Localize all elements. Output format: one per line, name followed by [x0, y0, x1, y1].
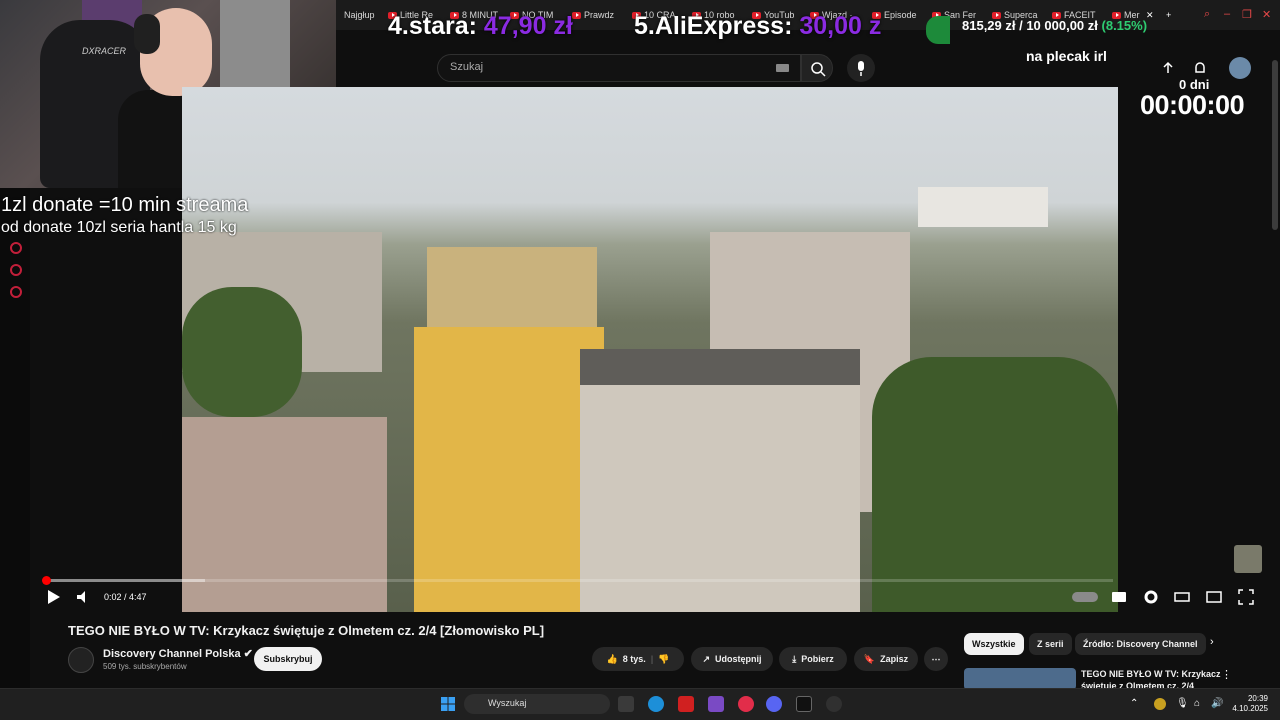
- chip-source[interactable]: Źródło: Discovery Channel: [1075, 633, 1206, 655]
- download-button[interactable]: ⤓ Pobierz: [779, 647, 847, 671]
- close-tab-icon[interactable]: ✕: [1146, 8, 1156, 22]
- windows-start-icon[interactable]: [440, 696, 456, 712]
- donation-goal: 815,29 zł / 10 000,00 zł (8.15%): [962, 18, 1148, 33]
- channel-watermark-icon[interactable]: [1234, 545, 1262, 573]
- scrollbar[interactable]: [1272, 60, 1278, 230]
- screen: DXRACER Najgłup Little Re 8 MINUT NO TIM…: [0, 0, 1280, 720]
- wall-picture: [220, 0, 290, 96]
- browser-tab[interactable]: Prawdz: [572, 8, 622, 22]
- clock[interactable]: 20:39 4.10.2025: [1232, 694, 1268, 714]
- building: [918, 187, 1048, 227]
- tray-icon[interactable]: [1154, 698, 1166, 710]
- app-icon[interactable]: [796, 696, 812, 712]
- upload-icon[interactable]: [1160, 60, 1176, 76]
- subscribe-button[interactable]: Subskrybuj: [254, 647, 322, 671]
- task-view-icon[interactable]: [618, 696, 634, 712]
- recommended-title[interactable]: TEGO NIE BYŁO W TV: Krzykacz świętuje z …: [1081, 668, 1221, 690]
- theater-mode-icon[interactable]: [1173, 588, 1191, 606]
- video-time: 0:02 / 4:47: [104, 592, 147, 602]
- channel-subscribers: 509 tys. subskrybentów: [103, 662, 187, 671]
- trees: [872, 357, 1118, 612]
- download-icon: ⤓: [792, 653, 797, 664]
- search-icon: [811, 62, 826, 77]
- play-icon[interactable]: [44, 588, 62, 606]
- share-button[interactable]: ↗ Udostępnij: [691, 647, 773, 671]
- video-title: TEGO NIE BYŁO W TV: Krzykacz świętuje z …: [68, 623, 545, 638]
- video-player[interactable]: [182, 87, 1118, 612]
- keyboard-icon[interactable]: [776, 64, 789, 72]
- donate-rule-2: od donate 10zl seria hantla 15 kg: [1, 219, 237, 236]
- search-button[interactable]: [801, 54, 833, 82]
- edge-icon[interactable]: [648, 696, 664, 712]
- dislike-icon[interactable]: 👎: [658, 654, 669, 665]
- volume-tray-icon[interactable]: 🔊: [1211, 698, 1223, 709]
- save-button[interactable]: 🔖 Zapisz: [854, 647, 918, 671]
- cast-icon[interactable]: [1205, 588, 1223, 606]
- stream-timer: 00:00:00: [1140, 90, 1245, 120]
- building-roof: [580, 349, 860, 385]
- channel-name[interactable]: Discovery Channel Polska ✔: [103, 647, 253, 660]
- progress-bar[interactable]: [45, 579, 1113, 582]
- mic-tray-icon[interactable]: 🎙: [1176, 698, 1189, 709]
- bell-icon[interactable]: [1192, 60, 1208, 76]
- autoplay-toggle[interactable]: [1072, 592, 1098, 602]
- maximize-icon[interactable]: ❐: [1242, 8, 1252, 21]
- building-main: [580, 377, 860, 612]
- goal-label: na plecak irl: [1026, 48, 1107, 64]
- verified-icon: ✔: [243, 648, 253, 660]
- sidebar-icon[interactable]: [10, 286, 22, 298]
- building-yellow: [414, 327, 604, 612]
- subtitles-icon[interactable]: [1110, 588, 1128, 606]
- chip-all[interactable]: Wszystkie: [964, 633, 1024, 655]
- like-dislike-button[interactable]: 👍 8 tys. | 👎: [592, 647, 684, 671]
- mic-icon: [858, 61, 864, 76]
- discord-icon[interactable]: [766, 696, 782, 712]
- volume-icon[interactable]: [74, 588, 92, 606]
- close-window-icon[interactable]: ✕: [1262, 8, 1271, 21]
- avatar[interactable]: [1229, 57, 1251, 79]
- trees: [182, 287, 302, 417]
- sidebar-icon[interactable]: [10, 242, 22, 254]
- share-icon: ↗: [702, 653, 711, 664]
- more-actions-button[interactable]: ⋯: [924, 647, 948, 671]
- gear-icon[interactable]: [1142, 588, 1160, 606]
- taskbar: [0, 688, 1280, 720]
- obs-icon[interactable]: [826, 696, 842, 712]
- network-icon[interactable]: ⌂: [1194, 698, 1200, 709]
- progress-scrubber[interactable]: [42, 576, 51, 585]
- sidebar-icon[interactable]: [10, 264, 22, 276]
- kebab-menu-icon[interactable]: ⋮: [1221, 668, 1232, 681]
- fullscreen-icon[interactable]: [1237, 588, 1255, 606]
- recommended-thumbnail[interactable]: [964, 668, 1076, 690]
- building: [182, 417, 387, 612]
- overlay-item-5: 5.AliExpress: 30,00 z: [634, 12, 882, 40]
- headphones-icon: [134, 14, 160, 54]
- donate-rule-1: 1zl donate =10 min streama: [1, 194, 249, 216]
- app-icon[interactable]: [708, 696, 724, 712]
- youtube-app-icon[interactable]: [678, 696, 694, 712]
- youtube-icon: [572, 11, 581, 19]
- opera-icon[interactable]: [738, 696, 754, 712]
- chevron-up-icon[interactable]: ⌃: [1130, 698, 1138, 709]
- taskbar-search[interactable]: Wyszukaj: [464, 694, 610, 714]
- voice-search-button[interactable]: [847, 54, 875, 82]
- left-sidebar: [0, 188, 30, 688]
- chevron-right-icon[interactable]: ›: [1210, 636, 1214, 648]
- browser-tab[interactable]: Najgłup: [344, 8, 384, 22]
- goal-progress-bar: [926, 16, 950, 44]
- channel-avatar[interactable]: [68, 647, 94, 673]
- minimize-icon[interactable]: –: [1224, 8, 1230, 20]
- overlay-item-4: 4.stara: 47,90 zł: [388, 12, 573, 40]
- chip-series[interactable]: Z serii: [1029, 633, 1072, 655]
- bookmark-icon: 🔖: [863, 653, 876, 664]
- progress-buffer: [45, 579, 205, 582]
- like-icon[interactable]: 👍: [607, 654, 618, 665]
- chair-logo: DXRACER: [82, 46, 127, 56]
- plus-icon[interactable]: +: [1166, 8, 1178, 22]
- search-tabs-icon[interactable]: ⌕: [1204, 8, 1210, 21]
- search-input[interactable]: Szukaj: [437, 54, 801, 82]
